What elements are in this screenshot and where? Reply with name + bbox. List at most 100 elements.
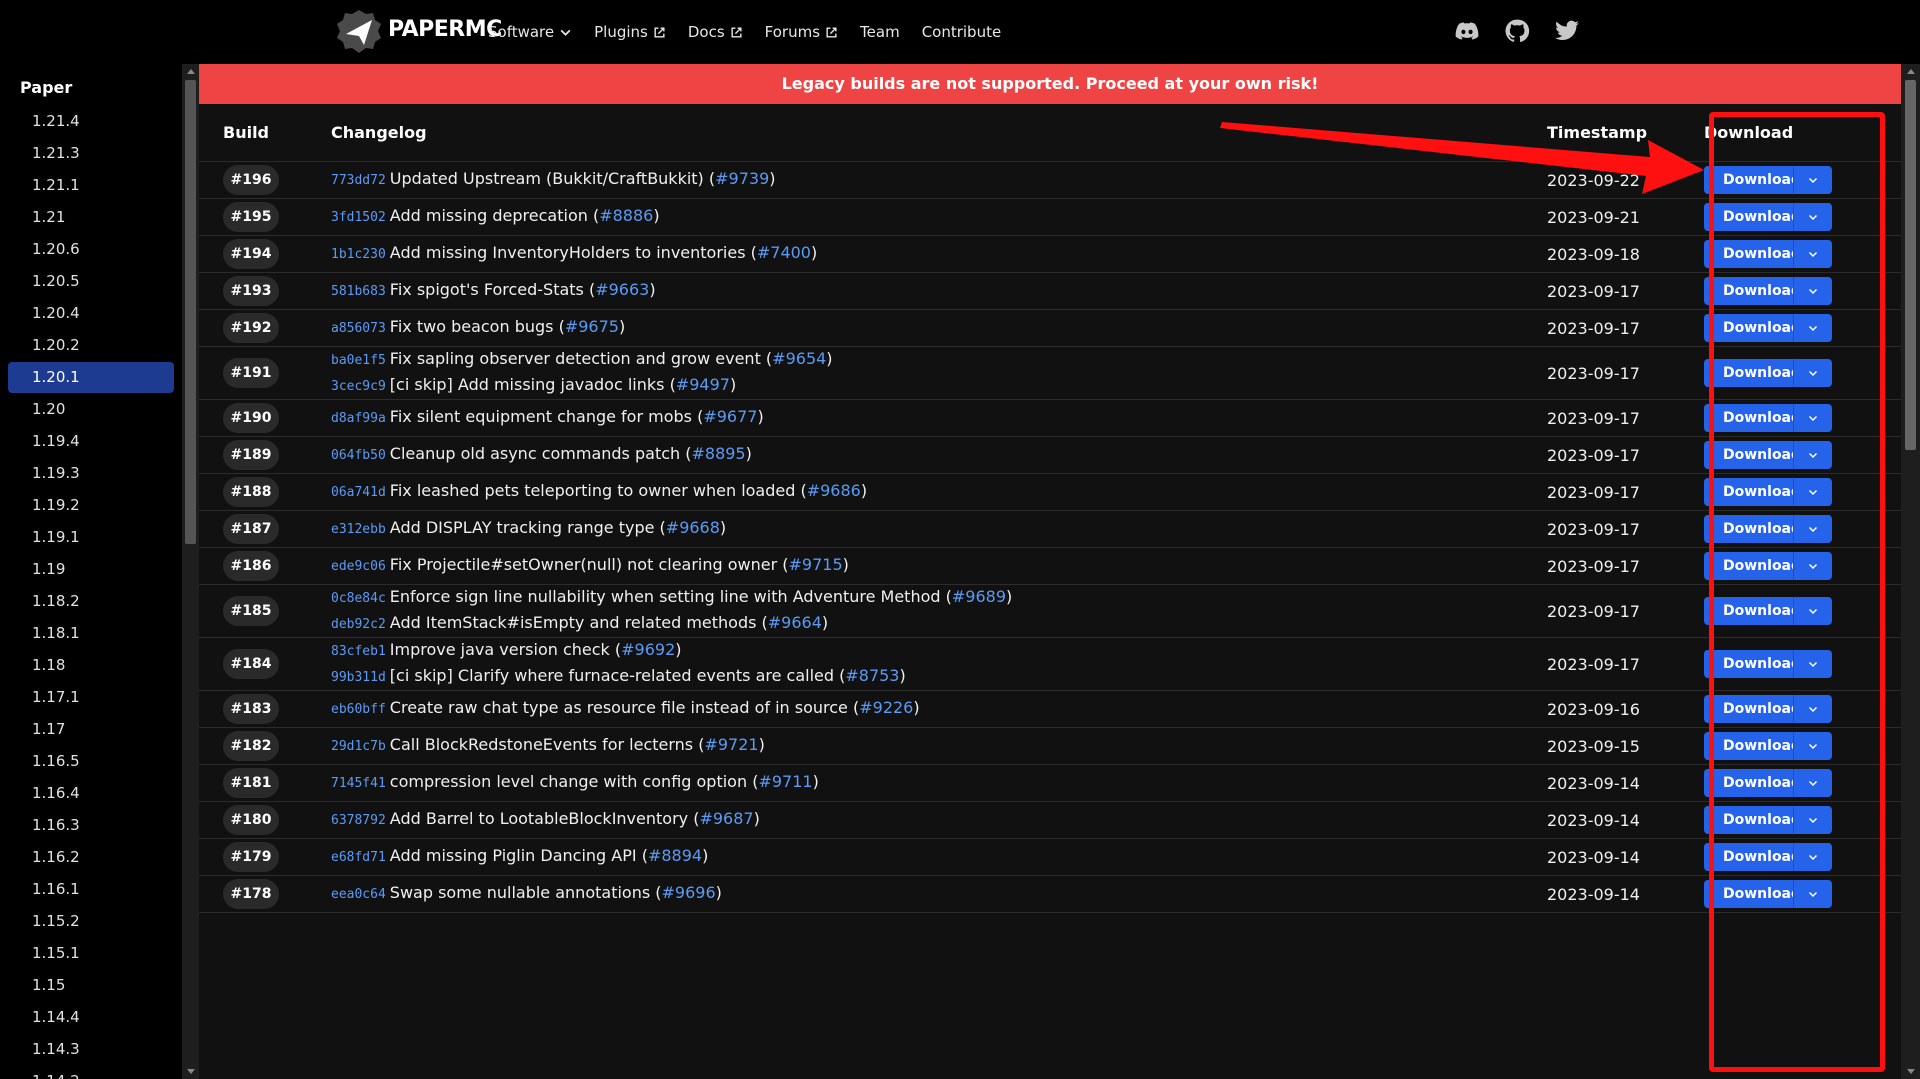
build-number-badge[interactable]: #178 xyxy=(223,879,279,909)
download-options-toggle[interactable] xyxy=(1793,277,1832,305)
pull-request-link[interactable]: #9689 xyxy=(952,587,1006,606)
version-item[interactable]: 1.20.2 xyxy=(8,330,174,361)
build-number-badge[interactable]: #192 xyxy=(223,313,279,343)
commit-hash-link[interactable]: e68fd71 xyxy=(331,850,386,865)
version-item[interactable]: 1.14.2 xyxy=(8,1066,174,1079)
download-button[interactable]: Download xyxy=(1704,732,1801,760)
version-item[interactable]: 1.19.1 xyxy=(8,522,174,553)
build-number-badge[interactable]: #188 xyxy=(223,477,279,507)
download-options-toggle[interactable] xyxy=(1793,552,1832,580)
build-number-badge[interactable]: #193 xyxy=(223,276,279,306)
build-number-badge[interactable]: #181 xyxy=(223,768,279,798)
version-item[interactable]: 1.16.4 xyxy=(8,778,174,809)
download-options-toggle[interactable] xyxy=(1793,404,1832,432)
download-options-toggle[interactable] xyxy=(1793,650,1832,678)
build-number-badge[interactable]: #183 xyxy=(223,694,279,724)
version-item[interactable]: 1.17.1 xyxy=(8,682,174,713)
commit-hash-link[interactable]: 1b1c230 xyxy=(331,247,386,262)
version-item[interactable]: 1.14.4 xyxy=(8,1002,174,1033)
version-item[interactable]: 1.15.2 xyxy=(8,906,174,937)
build-number-badge[interactable]: #189 xyxy=(223,440,279,470)
pull-request-link[interactable]: #9687 xyxy=(699,809,753,828)
build-number-badge[interactable]: #196 xyxy=(223,165,279,195)
main-scrollbar-thumb[interactable] xyxy=(1905,80,1916,450)
download-button[interactable]: Download xyxy=(1704,806,1801,834)
commit-hash-link[interactable]: ede9c06 xyxy=(331,559,386,574)
version-item[interactable]: 1.16.5 xyxy=(8,746,174,777)
github-icon[interactable] xyxy=(1504,18,1530,44)
download-options-toggle[interactable] xyxy=(1793,769,1832,797)
commit-hash-link[interactable]: deb92c2 xyxy=(331,617,386,632)
download-button[interactable]: Download xyxy=(1704,240,1801,268)
download-button[interactable]: Download xyxy=(1704,203,1801,231)
download-options-toggle[interactable] xyxy=(1793,695,1832,723)
download-button[interactable]: Download xyxy=(1704,166,1801,194)
download-button[interactable]: Download xyxy=(1704,515,1801,543)
download-options-toggle[interactable] xyxy=(1793,166,1832,194)
commit-hash-link[interactable]: 773dd72 xyxy=(331,173,386,188)
nav-contribute[interactable]: Contribute xyxy=(922,23,1002,41)
version-item[interactable]: 1.16.3 xyxy=(8,810,174,841)
sidebar-scrollbar[interactable] xyxy=(182,64,199,1079)
build-number-badge[interactable]: #179 xyxy=(223,842,279,872)
sidebar-scrollbar-thumb[interactable] xyxy=(185,80,196,544)
download-options-toggle[interactable] xyxy=(1793,314,1832,342)
version-item[interactable]: 1.14.3 xyxy=(8,1034,174,1065)
pull-request-link[interactable]: #8895 xyxy=(691,444,745,463)
pull-request-link[interactable]: #9668 xyxy=(666,518,720,537)
pull-request-link[interactable]: #9677 xyxy=(703,407,757,426)
build-number-badge[interactable]: #186 xyxy=(223,551,279,581)
build-number-badge[interactable]: #191 xyxy=(223,358,279,388)
version-item[interactable]: 1.20.1 xyxy=(8,362,174,393)
build-number-badge[interactable]: #194 xyxy=(223,239,279,269)
download-button[interactable]: Download xyxy=(1704,769,1801,797)
pull-request-link[interactable]: #8753 xyxy=(845,666,899,685)
version-item[interactable]: 1.18.2 xyxy=(8,586,174,617)
pull-request-link[interactable]: #9739 xyxy=(715,169,769,188)
papermc-logo-icon[interactable] xyxy=(334,7,384,57)
pull-request-link[interactable]: #9696 xyxy=(662,883,716,902)
download-options-toggle[interactable] xyxy=(1793,732,1832,760)
scroll-up-arrow-icon[interactable] xyxy=(187,69,195,74)
nav-software[interactable]: Software xyxy=(488,23,572,41)
commit-hash-link[interactable]: 3fd1502 xyxy=(331,210,386,225)
download-button[interactable]: Download xyxy=(1704,404,1801,432)
commit-hash-link[interactable]: 7145f41 xyxy=(331,776,386,791)
pull-request-link[interactable]: #8894 xyxy=(648,846,702,865)
brand-name[interactable]: PAPERMC xyxy=(388,17,502,42)
download-button[interactable]: Download xyxy=(1704,359,1801,387)
download-options-toggle[interactable] xyxy=(1793,597,1832,625)
build-number-badge[interactable]: #180 xyxy=(223,805,279,835)
nav-plugins[interactable]: Plugins xyxy=(594,23,666,41)
download-options-toggle[interactable] xyxy=(1793,478,1832,506)
pull-request-link[interactable]: #7400 xyxy=(757,243,811,262)
scroll-down-arrow-icon[interactable] xyxy=(187,1069,195,1074)
version-item[interactable]: 1.21.4 xyxy=(8,106,174,137)
download-button[interactable]: Download xyxy=(1704,314,1801,342)
version-item[interactable]: 1.21.1 xyxy=(8,170,174,201)
commit-hash-link[interactable]: eb60bff xyxy=(331,702,386,717)
build-number-badge[interactable]: #190 xyxy=(223,403,279,433)
download-options-toggle[interactable] xyxy=(1793,203,1832,231)
commit-hash-link[interactable]: 3cec9c9 xyxy=(331,379,386,394)
download-options-toggle[interactable] xyxy=(1793,806,1832,834)
download-button[interactable]: Download xyxy=(1704,650,1801,678)
version-item[interactable]: 1.20 xyxy=(8,394,174,425)
download-options-toggle[interactable] xyxy=(1793,441,1832,469)
build-number-badge[interactable]: #195 xyxy=(223,202,279,232)
download-button[interactable]: Download xyxy=(1704,478,1801,506)
pull-request-link[interactable]: #9226 xyxy=(859,698,913,717)
version-item[interactable]: 1.21.3 xyxy=(8,138,174,169)
download-button[interactable]: Download xyxy=(1704,843,1801,871)
nav-docs[interactable]: Docs xyxy=(688,23,743,41)
version-item[interactable]: 1.16.2 xyxy=(8,842,174,873)
commit-hash-link[interactable]: ba0e1f5 xyxy=(331,353,386,368)
version-item[interactable]: 1.15.1 xyxy=(8,938,174,969)
version-item[interactable]: 1.19.2 xyxy=(8,490,174,521)
download-button[interactable]: Download xyxy=(1704,441,1801,469)
version-item[interactable]: 1.19.4 xyxy=(8,426,174,457)
version-item[interactable]: 1.19 xyxy=(8,554,174,585)
download-options-toggle[interactable] xyxy=(1793,843,1832,871)
download-button[interactable]: Download xyxy=(1704,597,1801,625)
commit-hash-link[interactable]: e312ebb xyxy=(331,522,386,537)
